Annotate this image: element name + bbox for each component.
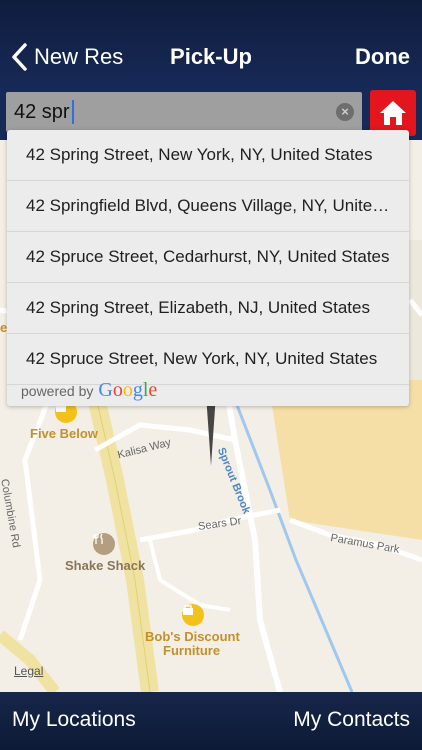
clear-circle-icon[interactable]: × <box>336 103 354 121</box>
restaurant-icon[interactable] <box>93 533 115 555</box>
done-button[interactable]: Done <box>355 44 410 70</box>
poi-label-shake-shack: Shake Shack <box>65 558 146 573</box>
suggestion-item[interactable]: 42 Springfield Blvd, Queens Village, NY,… <box>7 181 409 232</box>
app-screen: New Res Pick-Up Done × <box>0 0 422 750</box>
my-contacts-button[interactable]: My Contacts <box>293 708 410 732</box>
poi-label-bobs: Bob's Discount <box>145 629 240 644</box>
powered-by-google: powered by Google <box>21 379 157 402</box>
suggestion-item[interactable]: 42 Spring Street, Elizabeth, NJ, United … <box>7 283 409 334</box>
autocomplete-dropdown: 42 Spring Street, New York, NY, United S… <box>7 130 409 406</box>
search-input[interactable] <box>12 93 316 131</box>
nav-header: New Res Pick-Up Done <box>0 0 422 90</box>
suggestion-item[interactable]: 42 Spruce Street, Cedarhurst, NY, United… <box>7 232 409 283</box>
poi-label-five-below: Five Below <box>30 426 98 441</box>
search-box[interactable]: × <box>6 92 362 132</box>
bottom-bar: My Locations My Contacts <box>0 692 422 750</box>
poi-label-bobs-2: Furniture <box>163 643 221 658</box>
my-locations-button[interactable]: My Locations <box>12 708 136 732</box>
legal-link[interactable]: Legal <box>14 664 43 678</box>
shopping-bag-icon[interactable] <box>182 604 204 626</box>
google-logo: Google <box>98 379 158 401</box>
powered-by-text: powered by <box>21 382 94 399</box>
suggestion-item[interactable]: 42 Spruce Street, New York, NY, United S… <box>7 334 409 385</box>
home-icon <box>380 101 406 125</box>
suggestion-item[interactable]: 42 Spring Street, New York, NY, United S… <box>7 130 409 181</box>
text-cursor <box>72 100 74 124</box>
